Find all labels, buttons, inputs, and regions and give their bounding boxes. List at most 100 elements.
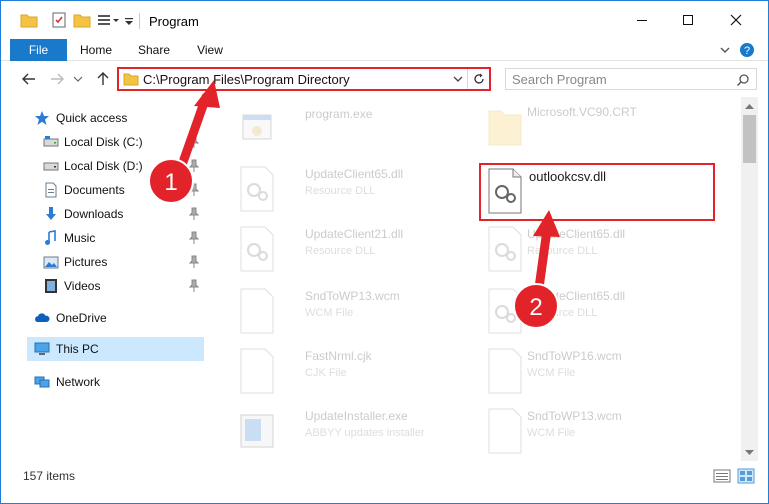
file-item[interactable]: UpdateInstaller.exe ABBYY updates instal…: [233, 405, 463, 457]
chevron-down-icon: [73, 76, 83, 82]
file-icon: [240, 348, 274, 394]
window-title: Program: [149, 14, 199, 29]
sidebar-item-documents[interactable]: Documents: [1, 178, 205, 202]
address-path[interactable]: C:\Program Files\Program Directory: [143, 72, 350, 87]
up-button[interactable]: [93, 69, 113, 89]
sidebar-item-quick-access[interactable]: Quick access: [1, 106, 205, 130]
sidebar-item-label: OneDrive: [56, 311, 107, 325]
address-bar[interactable]: C:\Program Files\Program Directory: [117, 67, 491, 91]
sidebar-item-local-disk-c[interactable]: Local Disk (C:): [1, 130, 205, 154]
folder-icon: [123, 73, 139, 86]
back-button[interactable]: [19, 69, 39, 89]
forward-arrow-icon: [51, 73, 64, 85]
tab-file[interactable]: File: [10, 39, 67, 61]
file-item[interactable]: Microsoft.VC90.CRT: [481, 101, 711, 153]
sidebar-item-label: Videos: [64, 279, 101, 293]
forward-button[interactable]: [47, 69, 67, 89]
file-type: WCM File: [305, 307, 354, 319]
file-item[interactable]: UpdateClient65.dll Resource DLL: [481, 285, 711, 337]
tab-home[interactable]: Home: [74, 39, 118, 61]
pin-icon[interactable]: [189, 207, 199, 221]
sidebar-item-onedrive[interactable]: OneDrive: [1, 306, 205, 330]
expand-ribbon-icon[interactable]: [717, 42, 733, 58]
file-type: WCM File: [527, 367, 576, 379]
pin-icon[interactable]: [189, 279, 199, 293]
installer-icon: [240, 414, 274, 448]
search-input[interactable]: Search Program: [505, 68, 757, 90]
sidebar-item-music[interactable]: Music: [1, 226, 205, 250]
download-icon: [46, 207, 56, 220]
close-icon: [730, 14, 742, 26]
navigation-pane: Quick access Local Disk (C:) Local Disk …: [1, 97, 205, 461]
scroll-down-button[interactable]: [741, 444, 758, 461]
pin-icon[interactable]: [189, 183, 199, 197]
file-type: CJK File: [305, 367, 347, 379]
chevron-down-icon[interactable]: [451, 71, 465, 87]
refresh-button[interactable]: [467, 69, 489, 89]
sidebar-item-videos[interactable]: Videos: [1, 274, 205, 298]
file-item[interactable]: FastNrml.cjk CJK File: [233, 345, 463, 397]
minimize-button[interactable]: [619, 1, 665, 39]
svg-text:?: ?: [744, 45, 750, 57]
search-icon: [736, 74, 749, 87]
file-item[interactable]: program.exe: [233, 103, 463, 155]
sidebar-item-this-pc[interactable]: This PC: [27, 337, 204, 361]
file-item[interactable]: SndToWP16.wcm WCM File: [481, 345, 711, 397]
sidebar-item-local-disk-d[interactable]: Local Disk (D:): [1, 154, 205, 178]
file-type: Resource DLL: [527, 307, 598, 319]
tab-share[interactable]: Share: [132, 39, 176, 61]
pin-icon[interactable]: [189, 159, 199, 173]
file-name: SndToWP13.wcm: [305, 289, 400, 303]
file-name: SndToWP13.wcm: [527, 409, 622, 423]
up-arrow-icon: [97, 72, 109, 85]
sidebar-item-downloads[interactable]: Downloads: [1, 202, 205, 226]
properties-icon[interactable]: [50, 10, 68, 30]
new-folder-icon[interactable]: [73, 10, 91, 30]
dll-icon: [488, 226, 522, 272]
address-row: C:\Program Files\Program Directory Searc…: [1, 61, 768, 97]
star-icon: [35, 111, 49, 125]
refresh-icon: [473, 73, 484, 84]
customize-toolbar-icon[interactable]: [96, 10, 122, 30]
file-name: UpdateClient65.dll: [305, 167, 404, 181]
vertical-scrollbar[interactable]: [741, 97, 758, 461]
file-item-highlighted[interactable]: outlookcsv.dll: [479, 163, 715, 221]
file-list: program.exe Microsoft.VC90.CRT UpdateCli…: [205, 97, 741, 461]
tab-view[interactable]: View: [188, 39, 232, 61]
file-name: FastNrml.cjk: [305, 349, 372, 363]
file-item[interactable]: UpdateClient21.dll Resource DLL: [233, 223, 463, 275]
pin-icon[interactable]: [189, 255, 199, 269]
sidebar-item-label: Pictures: [64, 255, 108, 269]
file-name: UpdateInstaller.exe: [305, 409, 408, 423]
sidebar-item-network[interactable]: Network: [1, 370, 205, 394]
help-icon[interactable]: ?: [739, 42, 755, 58]
file-icon: [488, 408, 522, 454]
file-name: SndToWP16.wcm: [527, 349, 622, 363]
pin-icon[interactable]: [189, 135, 199, 149]
file-item[interactable]: SndToWP13.wcm WCM File: [233, 285, 463, 337]
documents-icon: [45, 182, 57, 198]
pictures-icon: [43, 256, 59, 269]
search-placeholder: Search Program: [512, 72, 607, 87]
pin-icon[interactable]: [189, 231, 199, 245]
file-item[interactable]: UpdateClient65.dll Resource DLL: [233, 163, 463, 215]
sidebar-item-pictures[interactable]: Pictures: [1, 250, 205, 274]
folder-icon[interactable]: [20, 10, 38, 30]
dll-icon: [240, 166, 274, 212]
maximize-button[interactable]: [665, 1, 711, 39]
ribbon-tabs: File Home Share View ?: [1, 39, 768, 61]
details-view-icon[interactable]: [713, 468, 731, 484]
large-icons-view-icon[interactable]: [737, 468, 755, 484]
status-bar: 157 items: [1, 463, 768, 491]
scroll-thumb[interactable]: [743, 115, 756, 163]
chevron-down-icon: [745, 449, 754, 455]
file-item[interactable]: SndToWP13.wcm WCM File: [481, 405, 711, 457]
scroll-up-button[interactable]: [741, 97, 758, 114]
recent-locations-button[interactable]: [71, 69, 85, 89]
close-button[interactable]: [713, 1, 759, 39]
sidebar-item-label: This PC: [56, 342, 99, 356]
sidebar-item-label: Downloads: [64, 207, 124, 221]
chevron-down-icon[interactable]: [124, 10, 134, 30]
exe-icon: [242, 114, 272, 140]
file-item[interactable]: UpdateClient65.dll Resource DLL: [481, 223, 711, 275]
